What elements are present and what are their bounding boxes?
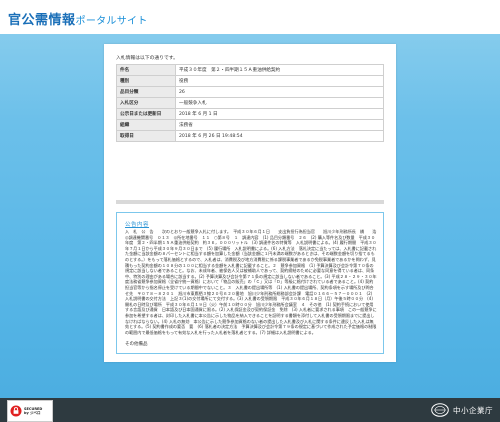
- table-row: 品目分類 26: [116, 86, 384, 98]
- notice-box: 公告内容 入 札 公 告 次のとおり一般競争入札に付します。 平成３０年６月１日…: [116, 212, 385, 354]
- notice-footer: その他備品: [125, 342, 148, 347]
- intro-text: 入札情報は以下の通りです。: [116, 56, 178, 61]
- table-row-label: 公示日または更新日: [116, 108, 176, 120]
- table-row: 組織 法務省: [116, 119, 384, 131]
- notice-body: 入 札 公 告 次のとおり一般競争入札に付します。 平成３０年６月１日 支出負担…: [125, 229, 385, 335]
- table-row-value: 26: [175, 86, 384, 98]
- table-row: 種別 役務: [116, 75, 384, 87]
- table-row: 公示日または更新日 2018 年 6 月 1 日: [116, 108, 384, 120]
- agency-emblem-icon: [431, 403, 449, 417]
- table-row-label: 件名: [116, 64, 176, 76]
- table-row-label: 組織: [116, 119, 176, 131]
- security-seal[interactable]: SECURED by ジベロ: [7, 400, 53, 422]
- table-row-value: 一般競争入札: [175, 97, 384, 109]
- site-logo[interactable]: 官公需情報ポータルサイト: [8, 9, 148, 28]
- table-row: 入札区分 一般競争入札: [116, 97, 384, 109]
- table-row-label: 取得日: [116, 130, 176, 142]
- table-row-value: 法務省: [175, 119, 384, 131]
- logo-sub-text: ポータルサイト: [75, 16, 148, 27]
- table-row-label: 種別: [116, 75, 176, 87]
- notice-title: 公告内容: [125, 222, 150, 228]
- table-row-value: 2018 年 6 月 1 日: [175, 108, 384, 120]
- site-header: 官公需情報ポータルサイト: [0, 0, 500, 34]
- seal-text: SECURED by ジベロ: [24, 407, 43, 415]
- site-footer: SECURED by ジベロ 中小企業庁: [0, 398, 500, 422]
- bid-info-table: 件名 平成３０年度 第２・四半期１５Ａ重油供給契約 種別 役務 品目分類 26 入札区分 一般…: [116, 64, 384, 142]
- logo-main-text: 官公需情報: [8, 13, 76, 28]
- table-row-value: 平成３０年度 第２・四半期１５Ａ重油供給契約: [175, 64, 384, 76]
- table-row-label: 品目分類: [116, 86, 176, 98]
- table-row-value: 2018 年 6 月 26 日 19:48:54: [175, 130, 384, 142]
- divider-bar: [116, 200, 384, 204]
- content-panel: 入札情報は以下の通りです。 件名 平成３０年度 第２・四半期１５Ａ重油供給契約 種別…: [104, 44, 396, 362]
- table-row-label: 入札区分: [116, 97, 176, 109]
- table-row: 取得日 2018 年 6 月 26 日 19:48:54: [116, 130, 384, 142]
- lock-icon: [10, 405, 22, 417]
- agency-logo[interactable]: 中小企業庁: [431, 403, 493, 417]
- table-row: 件名 平成３０年度 第２・四半期１５Ａ重油供給契約: [116, 64, 384, 76]
- table-row-value: 役務: [175, 75, 384, 87]
- agency-name: 中小企業庁: [453, 405, 493, 415]
